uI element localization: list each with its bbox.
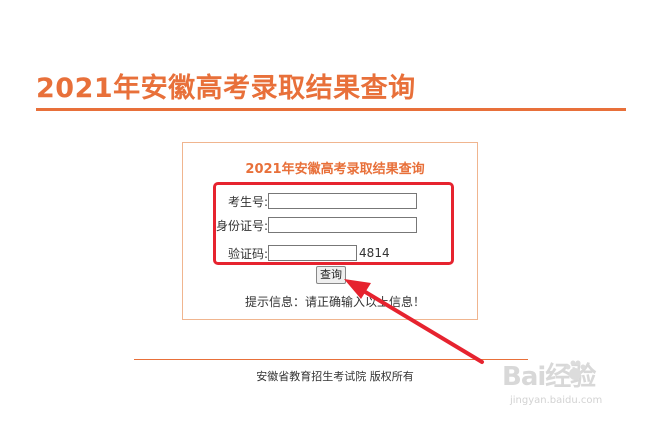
id-number-input[interactable] — [268, 217, 418, 233]
baidu-watermark: Bai经验 jingyan.baidu.com — [502, 356, 652, 416]
title-divider — [36, 108, 626, 111]
captcha-row: 验证码: 4814 — [228, 243, 390, 263]
footer-divider — [134, 359, 528, 360]
form-title: 2021年安徽高考录取结果查询 — [245, 162, 425, 177]
id-number-label: 身份证号: — [216, 218, 269, 233]
page-title: 2021年安徽高考录取结果查询 — [36, 73, 416, 104]
exam-number-row: 考生号: — [228, 191, 418, 211]
query-button[interactable]: 查询 — [316, 266, 346, 284]
hint-message: 提示信息：请正确输入以上信息！ — [244, 295, 425, 309]
captcha-input[interactable] — [268, 245, 358, 261]
exam-number-label: 考生号: — [228, 194, 269, 209]
baidu-paw-icon — [565, 360, 586, 380]
exam-number-input[interactable] — [268, 193, 418, 209]
captcha-label: 验证码: — [228, 246, 269, 261]
id-number-row: 身份证号: — [216, 215, 418, 235]
watermark-url: jingyan.baidu.com — [510, 395, 603, 406]
captcha-code[interactable]: 4814 — [359, 246, 390, 260]
